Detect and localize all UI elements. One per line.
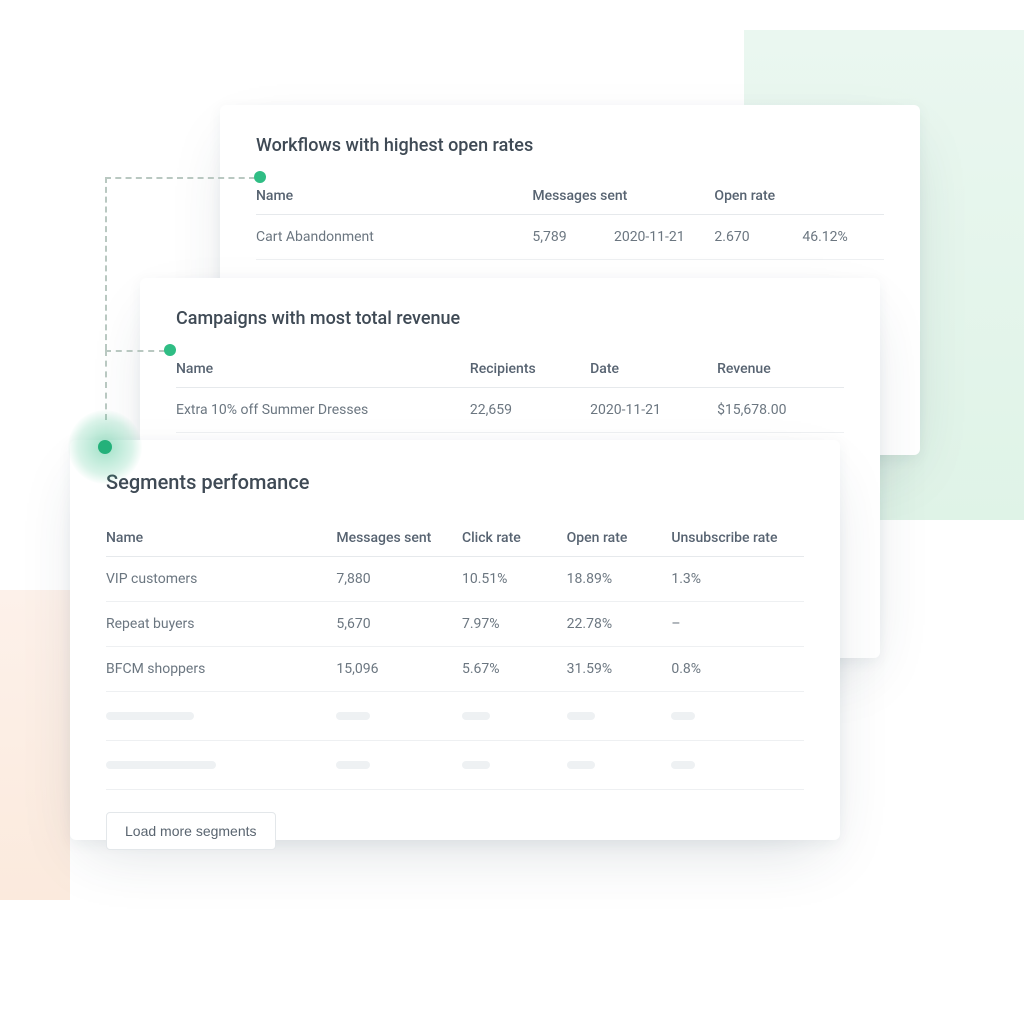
cell-recipients: 22,659	[470, 388, 590, 433]
col-messages: Messages sent	[336, 520, 462, 557]
cell-messages: 5,789	[532, 215, 614, 260]
cell-date: 2020-11-21	[614, 215, 714, 260]
table-header-row: Name Messages sent Open rate	[256, 178, 884, 215]
col-open-rate: Open rate	[714, 178, 884, 215]
table-row[interactable]: Cart Abandonment 5,789 2020-11-21 2.670 …	[256, 215, 884, 260]
segments-table: Name Messages sent Click rate Open rate …	[106, 520, 804, 790]
campaigns-title: Campaigns with most total revenue	[176, 308, 844, 329]
cell-name: BFCM shoppers	[106, 647, 336, 692]
col-revenue: Revenue	[717, 351, 844, 388]
table-row[interactable]: Repeat buyers 5,670 7.97% 22.78% –	[106, 602, 804, 647]
col-name: Name	[176, 351, 470, 388]
col-messages: Messages sent	[532, 178, 714, 215]
campaigns-table: Name Recipients Date Revenue Extra 10% o…	[176, 351, 844, 433]
connector-dashed	[105, 350, 165, 352]
cell-name: Repeat buyers	[106, 602, 336, 647]
col-recipients: Recipients	[470, 351, 590, 388]
workflows-table: Name Messages sent Open rate Cart Abando…	[256, 178, 884, 260]
cell-unsub: –	[671, 602, 804, 647]
cell-click: 7.97%	[462, 602, 567, 647]
connector-dashed	[105, 177, 255, 179]
col-unsub: Unsubscribe rate	[671, 520, 804, 557]
segments-title: Segments perfomance	[106, 470, 804, 494]
cell-open: 31.59%	[567, 647, 672, 692]
cell-click: 5.67%	[462, 647, 567, 692]
connector-dashed	[105, 177, 107, 350]
col-open: Open rate	[567, 520, 672, 557]
table-header-row: Name Recipients Date Revenue	[176, 351, 844, 388]
cell-unsub: 1.3%	[671, 557, 804, 602]
col-date: Date	[590, 351, 717, 388]
workflows-title: Workflows with highest open rates	[256, 135, 884, 156]
col-name: Name	[106, 520, 336, 557]
cell-click: 10.51%	[462, 557, 567, 602]
segments-card: Segments perfomance Name Messages sent C…	[70, 440, 840, 840]
cell-messages: 5,670	[336, 602, 462, 647]
bg-accent-peach	[0, 590, 70, 900]
cell-name: VIP customers	[106, 557, 336, 602]
connector-dot-icon	[254, 171, 266, 183]
cell-name: Extra 10% off Summer Dresses	[176, 388, 470, 433]
table-header-row: Name Messages sent Click rate Open rate …	[106, 520, 804, 557]
cell-open: 46.12%	[802, 215, 884, 260]
cell-open: 18.89%	[567, 557, 672, 602]
col-name: Name	[256, 178, 532, 215]
connector-dot-icon	[164, 344, 176, 356]
cell-date: 2020-11-21	[590, 388, 717, 433]
cell-value: 2.670	[714, 215, 802, 260]
skeleton-row	[106, 692, 804, 741]
table-row[interactable]: Extra 10% off Summer Dresses 22,659 2020…	[176, 388, 844, 433]
cell-messages: 7,880	[336, 557, 462, 602]
cell-name: Cart Abandonment	[256, 215, 532, 260]
radar-dot-icon	[68, 410, 142, 484]
table-row[interactable]: BFCM shoppers 15,096 5.67% 31.59% 0.8%	[106, 647, 804, 692]
cell-unsub: 0.8%	[671, 647, 804, 692]
cell-open: 22.78%	[567, 602, 672, 647]
cell-messages: 15,096	[336, 647, 462, 692]
table-row[interactable]: VIP customers 7,880 10.51% 18.89% 1.3%	[106, 557, 804, 602]
cell-revenue: $15,678.00	[717, 388, 844, 433]
load-more-button[interactable]: Load more segments	[106, 812, 276, 850]
col-click: Click rate	[462, 520, 567, 557]
skeleton-row	[106, 741, 804, 790]
